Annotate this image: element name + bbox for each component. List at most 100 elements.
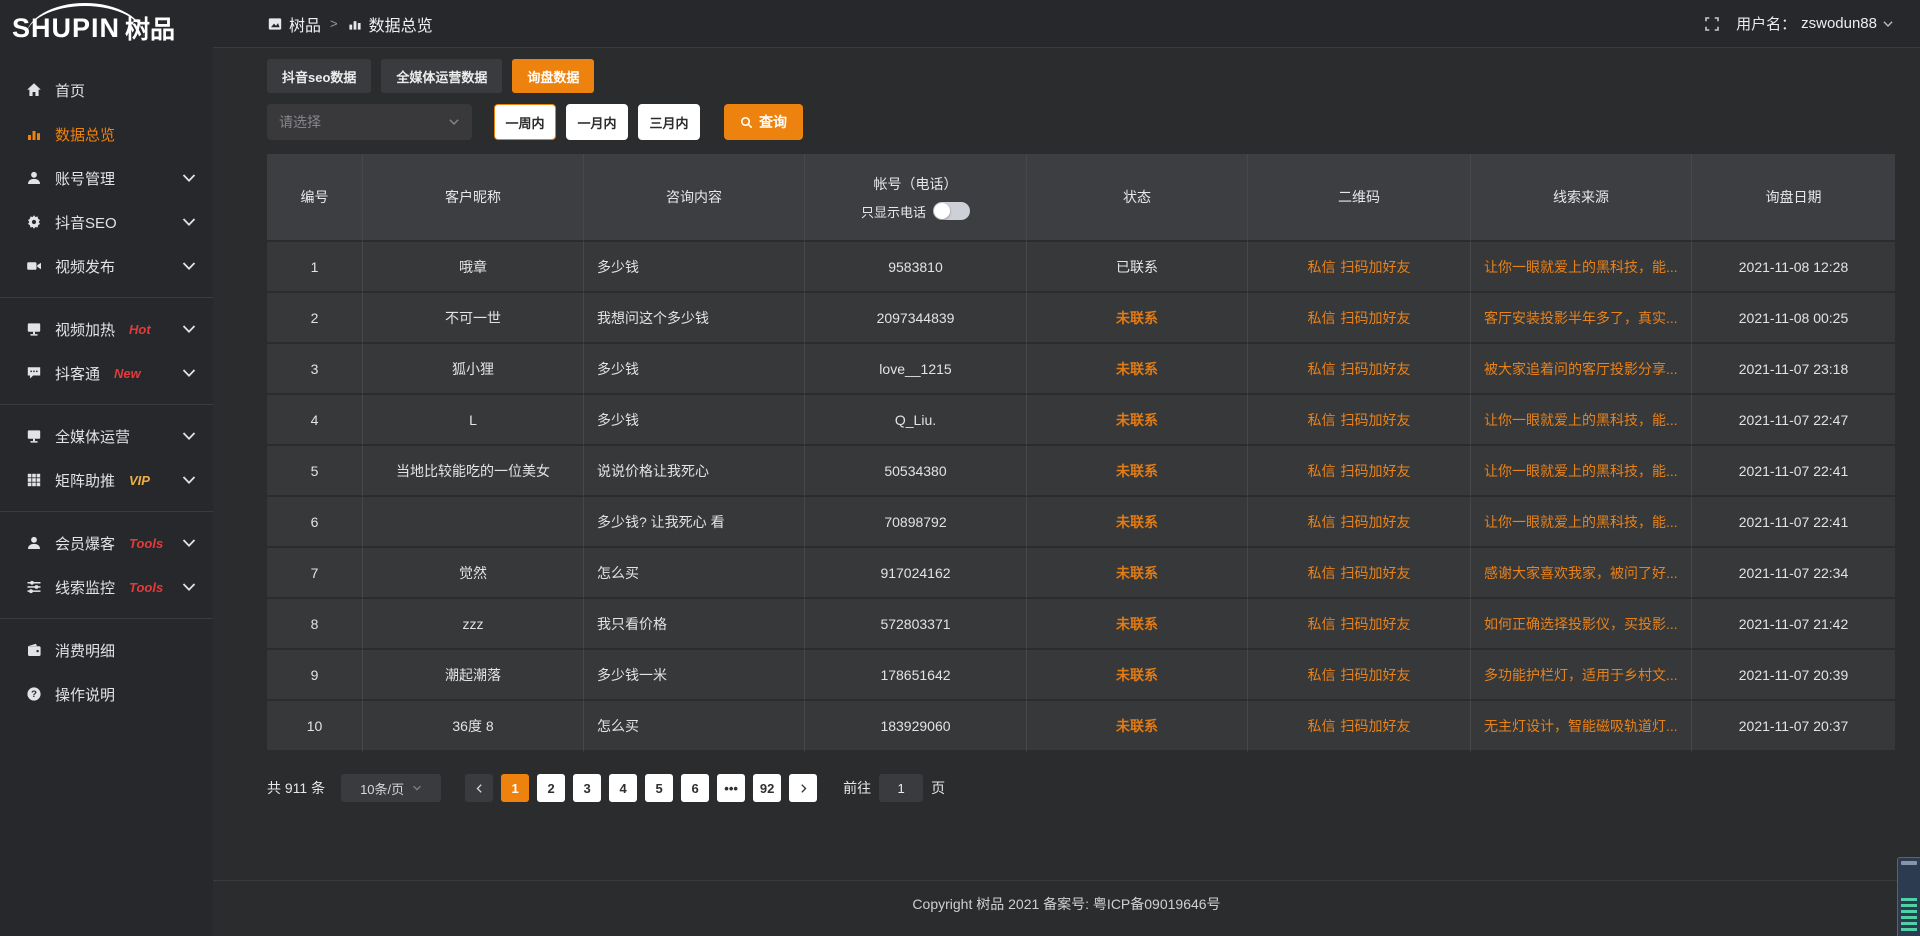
sidebar-item-lead-monitor[interactable]: 线索监控Tools xyxy=(0,565,213,609)
qr-link[interactable]: 私信 xyxy=(1308,257,1336,277)
qr-link[interactable]: 私信 xyxy=(1308,665,1336,685)
qr-link[interactable]: 扫码加好友 xyxy=(1341,716,1411,736)
range-button[interactable]: 一周内 xyxy=(494,104,556,140)
sliders-icon xyxy=(26,579,42,595)
tab-全媒体运营数据[interactable]: 全媒体运营数据 xyxy=(381,59,502,93)
sidebar-item-douketong[interactable]: 抖客通New xyxy=(0,351,213,395)
qr-link[interactable]: 私信 xyxy=(1308,512,1336,532)
page-size-select[interactable]: 10条/页 xyxy=(341,774,441,802)
cell-nickname: 不可一世 xyxy=(363,293,584,344)
member-icon xyxy=(26,535,42,551)
sidebar-item-media-operation[interactable]: 全媒体运营 xyxy=(0,414,213,458)
breadcrumb-label: 数据总览 xyxy=(369,12,433,36)
chevron-down-icon xyxy=(181,214,197,230)
sidebar-item-douyin-seo[interactable]: 抖音SEO xyxy=(0,200,213,244)
sidebar-item-consume-detail[interactable]: 消费明细 xyxy=(0,628,213,672)
qr-link[interactable]: 扫码加好友 xyxy=(1341,461,1411,481)
qr-link[interactable]: 扫码加好友 xyxy=(1341,410,1411,430)
sidebar-item-video-heat[interactable]: 视频加热Hot xyxy=(0,307,213,351)
qr-link[interactable]: 扫码加好友 xyxy=(1341,563,1411,583)
cell-source: 无主灯设计，智能磁吸轨道灯... xyxy=(1471,701,1692,752)
range-button[interactable]: 一月内 xyxy=(566,104,628,140)
page-button-2[interactable]: 2 xyxy=(537,774,565,802)
tab-抖音seo数据[interactable]: 抖音seo数据 xyxy=(267,59,371,93)
cell-status: 已联系 xyxy=(1027,242,1248,293)
qr-link[interactable]: 扫码加好友 xyxy=(1341,308,1411,328)
qr-link[interactable]: 私信 xyxy=(1308,410,1336,430)
source-link[interactable]: 感谢大家喜欢我家，被问了好... xyxy=(1484,563,1678,583)
floating-widget[interactable] xyxy=(1897,857,1920,936)
breadcrumb-item[interactable]: 数据总览 xyxy=(347,12,433,36)
cell-nickname: 潮起潮落 xyxy=(363,650,584,701)
pager-ellipsis[interactable]: ••• xyxy=(717,774,745,802)
cell-date: 2021-11-07 22:34 xyxy=(1692,548,1895,599)
page-button-6[interactable]: 6 xyxy=(681,774,709,802)
chart-icon xyxy=(347,16,363,32)
qr-link[interactable]: 私信 xyxy=(1308,359,1336,379)
user-menu[interactable]: 用户名： zswodun88 xyxy=(1736,13,1894,34)
qr-link[interactable]: 私信 xyxy=(1308,308,1336,328)
breadcrumb-item[interactable]: 树品 xyxy=(267,12,321,36)
fullscreen-icon[interactable] xyxy=(1704,16,1720,32)
table-row: 2不可一世我想问这个多少钱2097344839未联系私信扫码加好友客厅安装投影半… xyxy=(267,293,1895,344)
cell-status: 未联系 xyxy=(1027,650,1248,701)
chevron-down-icon xyxy=(181,579,197,595)
source-link[interactable]: 无主灯设计，智能磁吸轨道灯... xyxy=(1484,716,1678,736)
tab-询盘数据[interactable]: 询盘数据 xyxy=(512,59,594,93)
bar-chart-icon xyxy=(26,126,42,142)
topbar-right: 用户名： zswodun88 xyxy=(1704,13,1894,34)
source-link[interactable]: 让你一眼就爱上的黑科技，能... xyxy=(1484,461,1678,481)
qr-link[interactable]: 私信 xyxy=(1308,614,1336,634)
sidebar-item-account-manage[interactable]: 账号管理 xyxy=(0,156,213,200)
page-button-1[interactable]: 1 xyxy=(501,774,529,802)
qr-link[interactable]: 私信 xyxy=(1308,563,1336,583)
page-button-3[interactable]: 3 xyxy=(573,774,601,802)
page-button-4[interactable]: 4 xyxy=(609,774,637,802)
cell-nickname: 当地比较能吃的一位美女 xyxy=(363,446,584,497)
cell-index: 8 xyxy=(267,599,363,650)
cell-account: 572803371 xyxy=(805,599,1027,650)
next-page-button[interactable] xyxy=(789,774,817,802)
qr-link[interactable]: 私信 xyxy=(1308,716,1336,736)
phone-only-toggle[interactable] xyxy=(933,202,970,220)
qr-link[interactable]: 扫码加好友 xyxy=(1341,512,1411,532)
range-button[interactable]: 三月内 xyxy=(638,104,700,140)
page-button-5[interactable]: 5 xyxy=(645,774,673,802)
sidebar-item-video-publish[interactable]: 视频发布 xyxy=(0,244,213,288)
qr-link[interactable]: 扫码加好友 xyxy=(1341,359,1411,379)
prev-page-button[interactable] xyxy=(465,774,493,802)
chevron-down-icon xyxy=(181,170,197,186)
qr-link[interactable]: 扫码加好友 xyxy=(1341,257,1411,277)
jump-page-input[interactable] xyxy=(879,774,923,802)
source-link[interactable]: 多功能护栏灯，适用于乡村文... xyxy=(1484,665,1678,685)
sidebar-item-data-overview[interactable]: 数据总览 xyxy=(0,112,213,156)
table-row: 1哦章多少钱9583810已联系私信扫码加好友让你一眼就爱上的黑科技，能...2… xyxy=(267,242,1895,293)
source-link[interactable]: 让你一眼就爱上的黑科技，能... xyxy=(1484,410,1678,430)
sidebar-item-matrix-boost[interactable]: 矩阵助推VIP xyxy=(0,458,213,502)
page-button-92[interactable]: 92 xyxy=(753,774,781,802)
sidebar-item-member-baoke[interactable]: 会员爆客Tools xyxy=(0,521,213,565)
source-link[interactable]: 如何正确选择投影仪，买投影... xyxy=(1484,614,1678,634)
pagination-bar: 共 911 条 10条/页 123456•••92 前往 页 xyxy=(267,774,1895,802)
sidebar-item-home[interactable]: 首页 xyxy=(0,68,213,112)
qr-link[interactable]: 扫码加好友 xyxy=(1341,665,1411,685)
source-link[interactable]: 客厅安装投影半年多了，真实... xyxy=(1484,308,1678,328)
account-select[interactable]: 请选择 xyxy=(267,104,472,140)
sidebar-item-operation-guide[interactable]: ?操作说明 xyxy=(0,672,213,716)
search-button[interactable]: 查询 xyxy=(724,104,803,140)
qr-link[interactable]: 扫码加好友 xyxy=(1341,614,1411,634)
cell-content: 多少钱 xyxy=(584,395,805,446)
search-button-label: 查询 xyxy=(759,112,787,132)
logo[interactable]: SHUPIN 树品 xyxy=(0,0,213,56)
chevron-down-icon xyxy=(181,472,197,488)
table-row: 8zzz我只看价格572803371未联系私信扫码加好友如何正确选择投影仪，买投… xyxy=(267,599,1895,650)
cell-index: 9 xyxy=(267,650,363,701)
source-link[interactable]: 让你一眼就爱上的黑科技，能... xyxy=(1484,512,1678,532)
inquiry-table: 编号 客户昵称 咨询内容 帐号（电话） 只显示电话 状态 二维码 线索来源 询盘… xyxy=(267,154,1895,752)
source-link[interactable]: 让你一眼就爱上的黑科技，能... xyxy=(1484,257,1678,277)
cell-source: 让你一眼就爱上的黑科技，能... xyxy=(1471,395,1692,446)
qr-link[interactable]: 私信 xyxy=(1308,461,1336,481)
status-badge: 未联系 xyxy=(1116,716,1158,736)
source-link[interactable]: 被大家追着问的客厅投影分享... xyxy=(1484,359,1678,379)
topbar: 树品>数据总览 用户名： zswodun88 xyxy=(213,0,1920,48)
